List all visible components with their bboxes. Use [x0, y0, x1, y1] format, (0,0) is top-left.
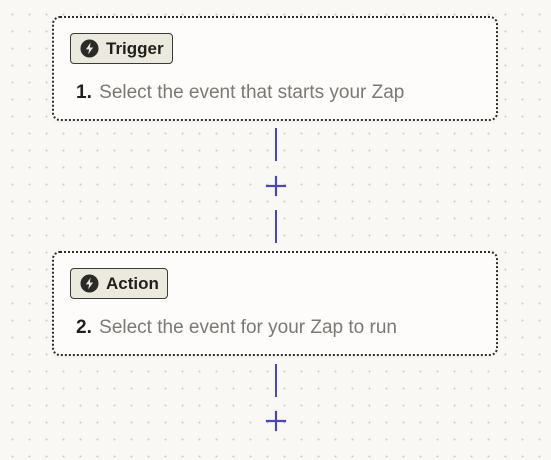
- trigger-badge[interactable]: Trigger: [70, 33, 173, 64]
- step-number: 2.: [76, 317, 92, 338]
- step-description: Select the event that starts your Zap: [99, 82, 405, 103]
- lightning-bolt-icon: [80, 39, 99, 58]
- action-badge-label: Action: [106, 273, 159, 293]
- trigger-step-card[interactable]: Trigger 1. Select the event that starts …: [52, 16, 498, 121]
- action-step-text[interactable]: 2. Select the event for your Zap to run: [76, 317, 397, 339]
- step-description: Select the event for your Zap to run: [99, 317, 397, 338]
- lightning-bolt-icon: [80, 274, 99, 293]
- connector-line: [275, 128, 277, 161]
- zap-editor-canvas: Trigger 1. Select the event that starts …: [0, 0, 551, 460]
- trigger-badge-label: Trigger: [106, 38, 164, 58]
- step-number: 1.: [76, 82, 92, 103]
- connector-line: [275, 210, 277, 243]
- connector-line: [275, 364, 277, 397]
- add-step-button[interactable]: [265, 175, 287, 197]
- add-step-button[interactable]: [265, 410, 287, 432]
- plus-icon: [265, 410, 287, 432]
- trigger-step-text[interactable]: 1. Select the event that starts your Zap: [76, 82, 404, 104]
- plus-icon: [265, 175, 287, 197]
- action-badge[interactable]: Action: [70, 268, 168, 299]
- action-step-card[interactable]: Action 2. Select the event for your Zap …: [52, 251, 498, 356]
